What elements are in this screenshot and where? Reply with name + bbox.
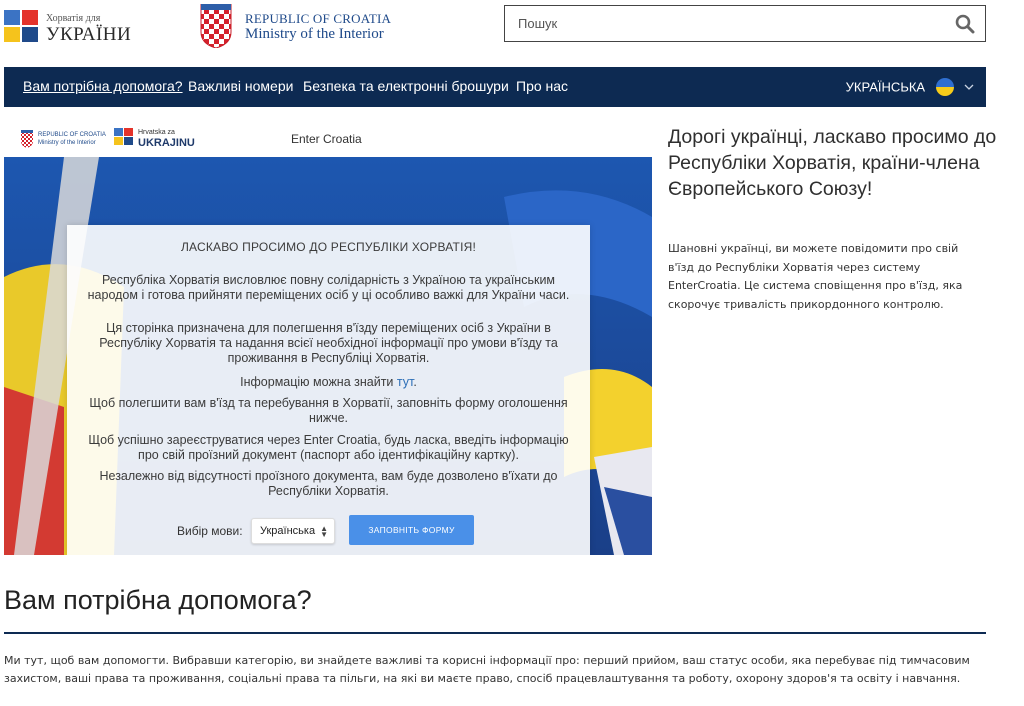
- banner-logo2-line1: Hrvatska za: [138, 129, 175, 136]
- croatian-shield-icon: [200, 4, 232, 48]
- banner-hrvatska-logo: Hrvatska za UKRAJINU: [114, 128, 214, 152]
- welcome-text: Шановні українці, ви можете повідомити п…: [668, 242, 963, 311]
- croatian-shield-icon: [21, 130, 33, 148]
- enter-croatia-banner[interactable]: REPUBLIC OF CROATIA Ministry of the Inte…: [4, 123, 652, 555]
- help-section-title: Вам потрібна допомога?: [4, 585, 312, 615]
- main-nav: Вам потрібна допомога? Важливі номери Бе…: [4, 67, 986, 107]
- logo-squares-icon: [114, 128, 134, 146]
- welcome-paragraph: Інформацію можна знайти тут.: [81, 375, 576, 390]
- banner-logo1-line1: REPUBLIC OF CROATIA: [38, 132, 106, 138]
- welcome-card: ЛАСКАВО ПРОСИМО ДО РЕСПУБЛІКИ ХОРВАТІЯ! …: [67, 225, 590, 555]
- banner-logo1-line2: Ministry of the Interior: [38, 140, 96, 146]
- info-link[interactable]: тут: [397, 375, 413, 389]
- ministry-line1: REPUBLIC OF CROATIA: [245, 11, 392, 26]
- fill-form-button[interactable]: ЗАПОВНІТЬ ФОРМУ: [349, 515, 474, 545]
- welcome-card-heading: ЛАСКАВО ПРОСИМО ДО РЕСПУБЛІКИ ХОРВАТІЯ!: [180, 240, 477, 254]
- search-box: [504, 5, 986, 42]
- search-icon[interactable]: [955, 14, 975, 34]
- welcome-paragraph: Щоб полегшити вам в'їзд та перебування в…: [89, 396, 568, 425]
- ukraine-flag-icon: [935, 78, 954, 96]
- nav-item-safety-brochures[interactable]: Безпека та електронні брошури: [303, 78, 509, 94]
- site-header: Хорватія для УКРАЇНИ REPUBLIC OF CROATIA…: [0, 0, 1024, 66]
- croatia-for-ukraine-logo[interactable]: Хорватія для УКРАЇНИ: [4, 10, 139, 46]
- section-divider: [4, 632, 986, 634]
- welcome-paragraph: Республіка Хорватія висловлює повну солі…: [87, 273, 570, 302]
- banner-header: REPUBLIC OF CROATIA Ministry of the Inte…: [4, 123, 652, 157]
- logo-big-text: УКРАЇНИ: [46, 24, 132, 45]
- welcome-paragraph: Щоб успішно зареєструватися через Enter …: [88, 433, 569, 462]
- banner-logo2-line2: UKRAJINU: [138, 137, 195, 149]
- language-select-label: Вибір мови:: [177, 524, 243, 538]
- language-label: УКРАЇНСЬКА: [845, 79, 926, 95]
- banner-ministry-logo: REPUBLIC OF CROATIA Ministry of the Inte…: [20, 130, 110, 152]
- help-intro-text: Ми тут, щоб вам допомогти. Вибравши кате…: [4, 654, 970, 685]
- nav-item-important-numbers[interactable]: Важливі номери: [188, 78, 293, 94]
- info-text-end: .: [413, 375, 417, 389]
- ministry-logo[interactable]: REPUBLIC OF CROATIA Ministry of the Inte…: [199, 4, 409, 50]
- welcome-paragraph: Незалежно від відсутності проїзного доку…: [99, 469, 558, 498]
- welcome-paragraph: Ця сторінка призначена для полегшення в'…: [99, 321, 558, 365]
- welcome-heading: Дорогі українці, ласкаво просимо до Респ…: [668, 126, 997, 200]
- ministry-line2: Ministry of the Interior: [245, 26, 384, 42]
- nav-item-help[interactable]: Вам потрібна допомога?: [23, 78, 183, 94]
- chevron-down-icon: [964, 84, 974, 90]
- language-select[interactable]: Українська ▲ ▼: [251, 518, 335, 544]
- logo-squares-icon: [4, 10, 40, 42]
- select-arrows-icon: ▲ ▼: [320, 524, 328, 539]
- language-switcher[interactable]: УКРАЇНСЬКА: [846, 78, 974, 96]
- logo-small-text: Хорватія для: [46, 13, 101, 24]
- info-text: Інформацію можна знайти: [240, 375, 397, 389]
- search-input[interactable]: [505, 6, 945, 41]
- nav-item-about[interactable]: Про нас: [516, 78, 568, 94]
- language-select-value: Українська: [260, 525, 316, 537]
- enter-croatia-title: Enter Croatia: [291, 132, 362, 146]
